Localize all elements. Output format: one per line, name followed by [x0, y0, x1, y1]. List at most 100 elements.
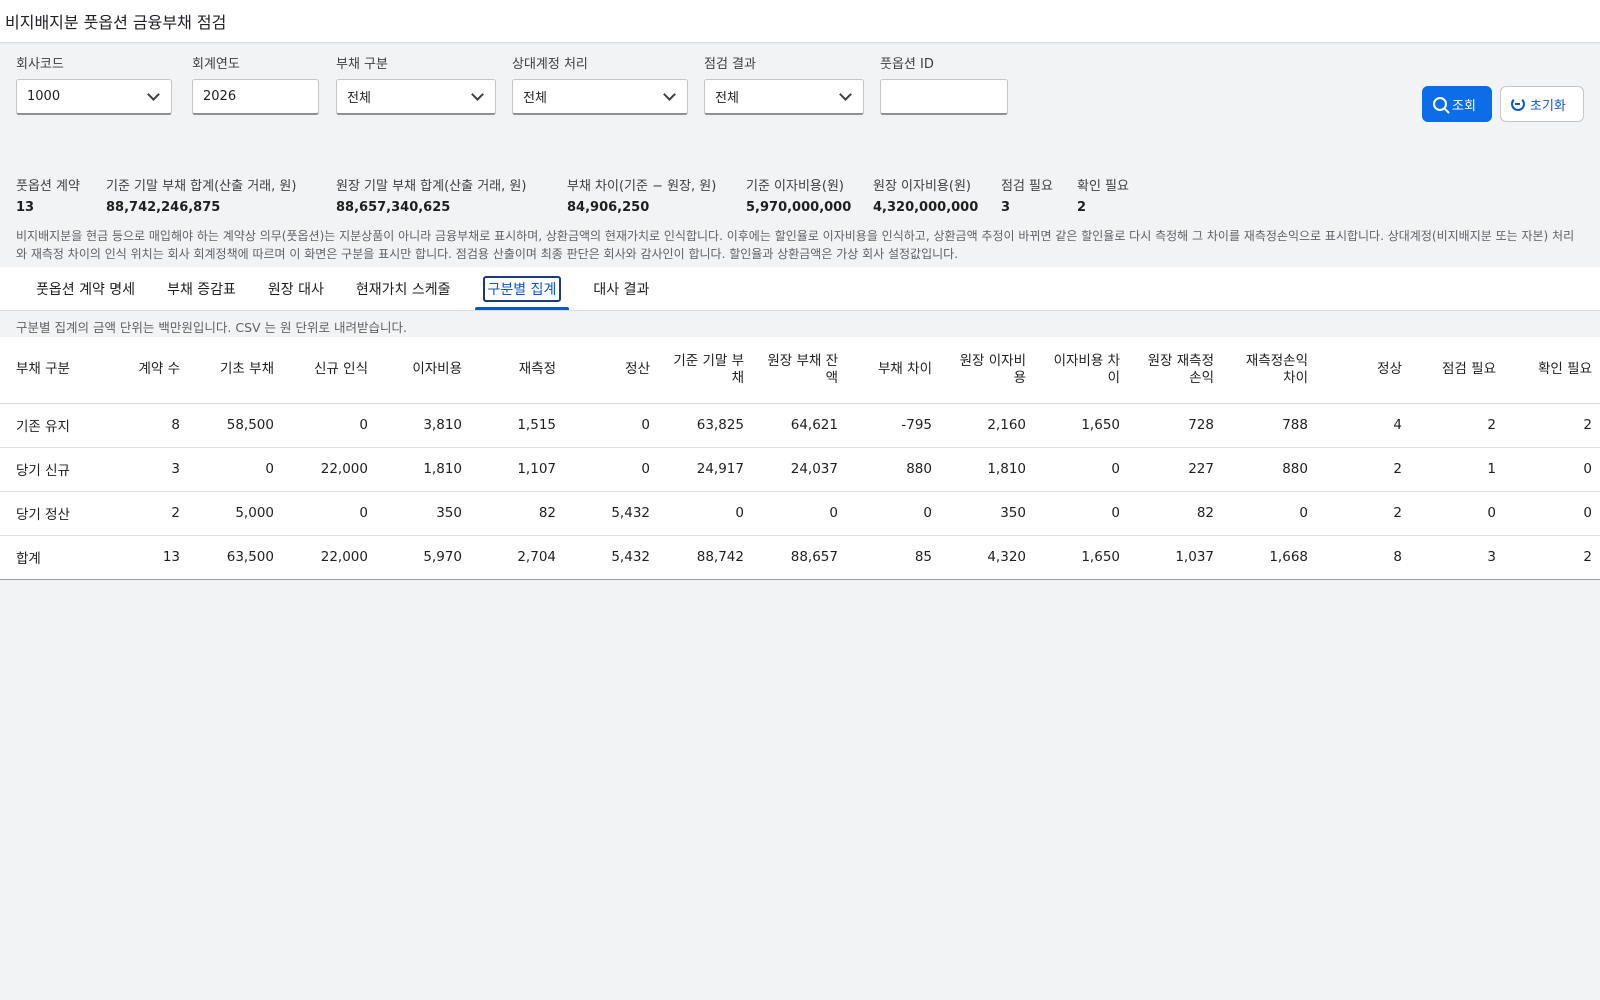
page-title: 비지배지분 풋옵션 금융부채 점검: [5, 13, 227, 32]
table-cell: 3,810: [376, 403, 470, 448]
column-header[interactable]: 재측정손익 차이: [1222, 337, 1316, 404]
tab-ledger-reconciliation[interactable]: 원장 대사: [258, 267, 334, 310]
table-cell: 당기 신규: [0, 447, 94, 492]
table-cell: 350: [376, 491, 470, 536]
column-header[interactable]: 점검 필요: [1410, 337, 1504, 404]
counter-account-label: 상대계정 처리: [512, 57, 588, 72]
table-cell: 1,515: [470, 403, 564, 448]
table-cell: 당기 정산: [0, 491, 94, 536]
summary-item-contracts: 풋옵션 계약 13: [16, 177, 80, 215]
table-row: 기존 유지 8 58,500 0 3,810 1,515 0 63,825 64,621 -795…: [0, 403, 1600, 448]
table-cell: 13: [94, 535, 188, 580]
summary-value: 13: [16, 200, 35, 215]
table-cell: 0: [752, 491, 846, 536]
liability-type-select[interactable]: 전체: [336, 79, 496, 115]
table-cell: 0: [1222, 491, 1316, 536]
tab-label: 풋옵션 계약 명세: [36, 281, 136, 298]
column-header[interactable]: 부채 차이: [846, 337, 940, 404]
column-header[interactable]: 계약 수: [94, 337, 188, 404]
column-header[interactable]: 기초 부채: [188, 337, 282, 404]
summary-value: 2: [1077, 200, 1087, 215]
table-cell: 0: [846, 491, 940, 536]
tab-liability-rollforward[interactable]: 부채 증감표: [157, 267, 246, 310]
table-cell: 0: [1504, 447, 1600, 492]
tab-contract-details[interactable]: 풋옵션 계약 명세: [26, 267, 145, 310]
fiscal-year-value: 2026: [203, 89, 237, 104]
table-cell: 4: [1316, 403, 1410, 448]
table-cell: 1: [1410, 447, 1504, 492]
column-header[interactable]: 재측정: [470, 337, 564, 404]
counter-account-select[interactable]: 전체: [512, 79, 688, 115]
summary-value: 4,320,000,000: [873, 200, 979, 215]
liability-type-field: 부채 구분 전체: [336, 53, 496, 115]
column-header[interactable]: 신규 인식: [282, 337, 376, 404]
tab-label: 구분별 집계: [482, 275, 562, 302]
table-row: 합계 13 63,500 22,000 5,970 2,704 5,432 88,742 88,…: [0, 535, 1600, 580]
column-header[interactable]: 부채 구분: [0, 337, 94, 404]
table-cell: 1,037: [1128, 535, 1222, 580]
summary-table: 부채 구분 계약 수 기초 부채 신규 인식 이자비용 재측정 정산 기준 기말 부 채 원장 부…: [0, 337, 1600, 580]
fiscal-year-field: 회계연도 2026: [192, 53, 319, 115]
summary-item-base-liability: 기준 기말 부채 합계(산출 거래, 원) 88,742,246,875: [106, 177, 296, 215]
table-row: 당기 정산 2 5,000 0 350 82 5,432 0 0 0 350 0 82 0 2 0 0: [0, 491, 1600, 536]
table-cell: 63,500: [188, 535, 282, 580]
company-code-field: 회사코드 1000: [16, 53, 172, 115]
table-cell: 880: [1222, 447, 1316, 492]
table-cell: 5,432: [564, 491, 658, 536]
table-cell: 2,160: [940, 403, 1034, 448]
summary-value: 3: [1001, 200, 1011, 215]
table-cell: 63,825: [658, 403, 752, 448]
summary-item-ledger-interest: 원장 이자비용(원) 4,320,000,000: [873, 177, 978, 215]
table-cell: 5,000: [188, 491, 282, 536]
table-cell: 88,657: [752, 535, 846, 580]
table-cell: 2: [1316, 447, 1410, 492]
table-cell: 합계: [0, 535, 94, 580]
summary-label: 확인 필요: [1077, 179, 1129, 194]
column-header[interactable]: 정상: [1316, 337, 1410, 404]
column-header[interactable]: 기준 기말 부채: [658, 337, 752, 404]
table-cell: 8: [1316, 535, 1410, 580]
counter-account-field: 상대계정 처리 전체: [512, 53, 688, 115]
table-cell: 0: [1034, 491, 1128, 536]
filter-bar: 회사코드 1000 회계연도 2026 부채 구분 전체 상대계정 처리 전체 …: [0, 43, 1600, 131]
column-header[interactable]: 원장 이자비 용: [940, 337, 1034, 404]
tab-category-summary[interactable]: 구분별 집계: [473, 267, 572, 310]
summary-value: 88,742,246,875: [106, 200, 221, 215]
put-option-id-input[interactable]: [880, 79, 1008, 115]
company-code-select[interactable]: 1000: [16, 79, 172, 115]
table-cell: 3: [94, 447, 188, 492]
check-result-select[interactable]: 전체: [704, 79, 864, 115]
column-header[interactable]: 원장 부채 잔액: [752, 337, 846, 404]
tab-reconciliation-results[interactable]: 대사 결과: [583, 267, 659, 310]
table-cell: -795: [846, 403, 940, 448]
column-header[interactable]: 확인 필요: [1504, 337, 1600, 404]
table-cell: 0: [564, 447, 658, 492]
column-header[interactable]: 이자비용 차이: [1034, 337, 1128, 404]
summary-item-check-needed: 점검 필요 3: [1001, 177, 1053, 215]
liability-type-label: 부채 구분: [336, 57, 388, 72]
table-cell: 82: [1128, 491, 1222, 536]
table-cell: 2: [1410, 403, 1504, 448]
tab-present-value-schedule[interactable]: 현재가치 스케줄: [346, 267, 461, 310]
put-option-id-field: 풋옵션 ID: [880, 53, 1008, 115]
summary-value: 88,657,340,625: [336, 200, 451, 215]
check-result-value: 전체: [715, 91, 739, 106]
fiscal-year-input[interactable]: 2026: [192, 79, 319, 115]
chevron-down-icon: [839, 87, 852, 101]
column-header[interactable]: 정산: [564, 337, 658, 404]
reset-button[interactable]: 초기화: [1500, 86, 1584, 122]
table-cell: 0: [564, 403, 658, 448]
search-button[interactable]: 조회: [1422, 86, 1492, 122]
table-cell: 8: [94, 403, 188, 448]
table-cell: 0: [188, 447, 282, 492]
counter-account-value: 전체: [523, 91, 547, 106]
summary-label: 기준 이자비용(원): [746, 179, 844, 194]
summary-label: 부채 차이(기준 − 원장, 원): [567, 179, 717, 194]
column-header[interactable]: 이자비용: [376, 337, 470, 404]
summary-label: 기준 기말 부채 합계(산출 거래, 원): [106, 179, 297, 194]
check-result-field: 점검 결과 전체: [704, 53, 864, 115]
table-cell: 5,432: [564, 535, 658, 580]
table-cell: 1,107: [470, 447, 564, 492]
reset-button-label: 초기화: [1530, 98, 1566, 114]
column-header[interactable]: 원장 재측정 손익: [1128, 337, 1222, 404]
